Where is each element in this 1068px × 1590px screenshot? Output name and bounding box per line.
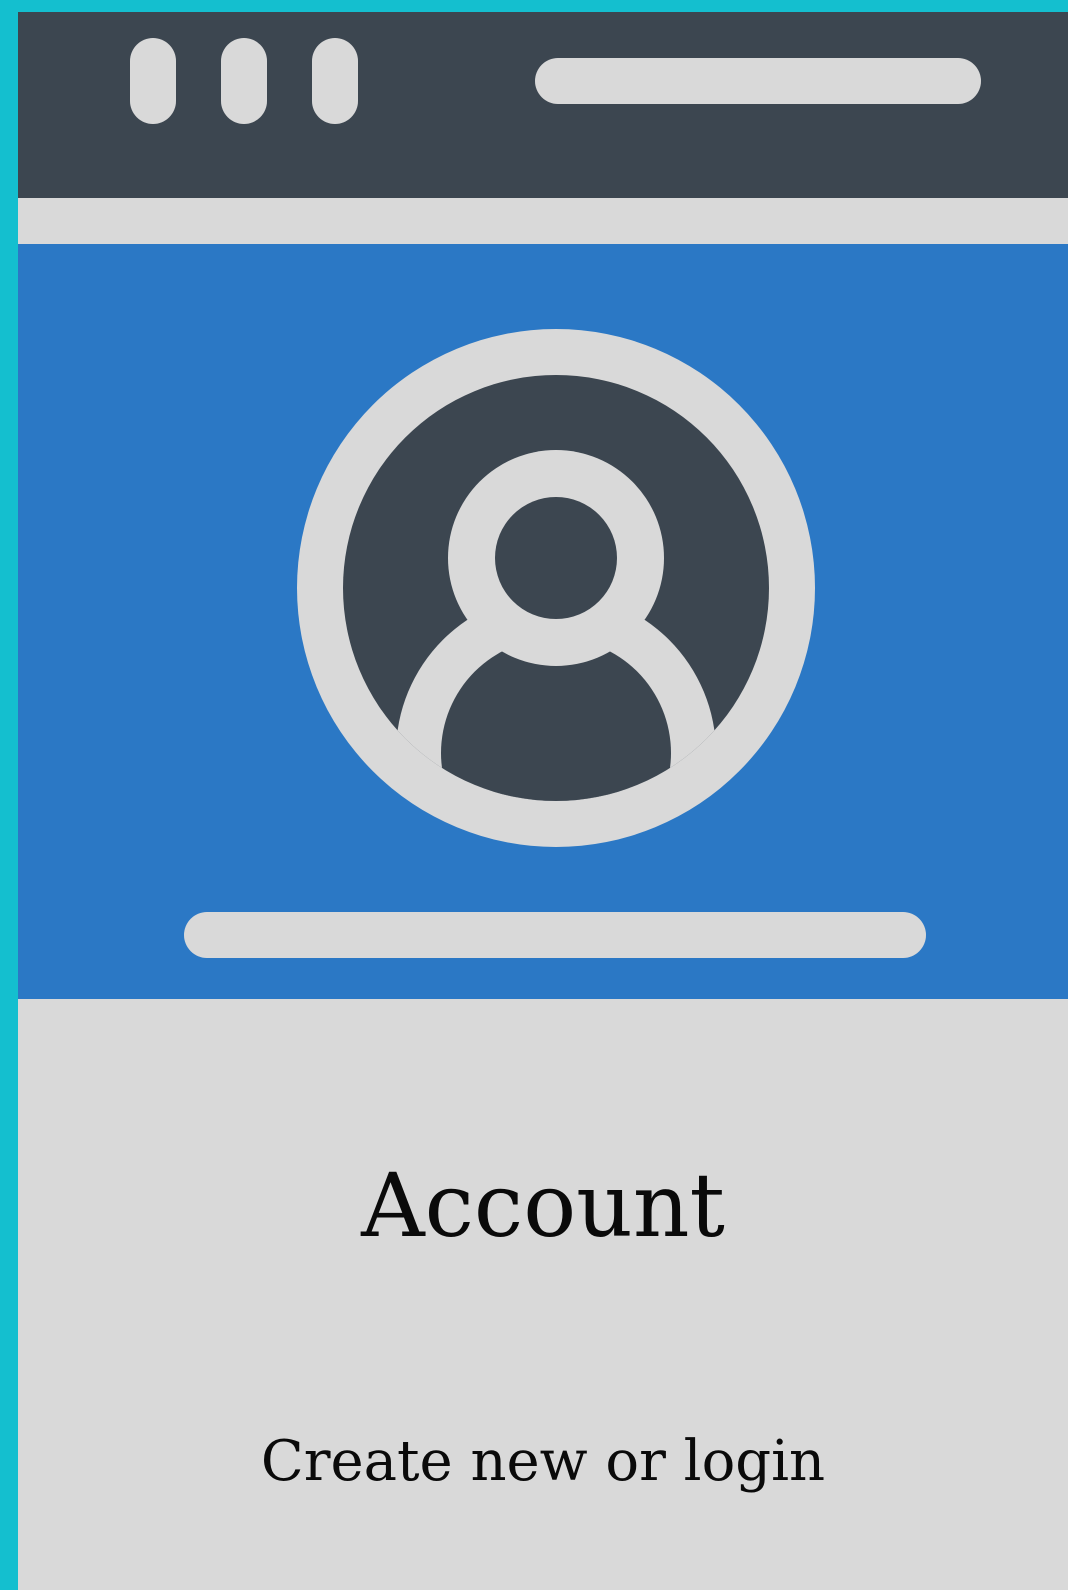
banner-placeholder-bar — [184, 912, 926, 958]
window-dot-icon — [130, 38, 176, 124]
address-bar — [535, 58, 981, 104]
frame-top-border — [0, 0, 1068, 12]
window-dot-icon — [221, 38, 267, 124]
create-or-login-link[interactable]: Create new or login — [18, 1434, 1068, 1490]
account-card[interactable]: Account Create new or login — [18, 12, 1068, 1590]
toolbar-separator — [18, 198, 1068, 244]
page-title: Account — [361, 1154, 725, 1257]
user-avatar-icon — [297, 329, 815, 847]
frame-left-border — [0, 0, 18, 1590]
window-dot-icon — [312, 38, 358, 124]
window-titlebar — [18, 12, 1068, 198]
